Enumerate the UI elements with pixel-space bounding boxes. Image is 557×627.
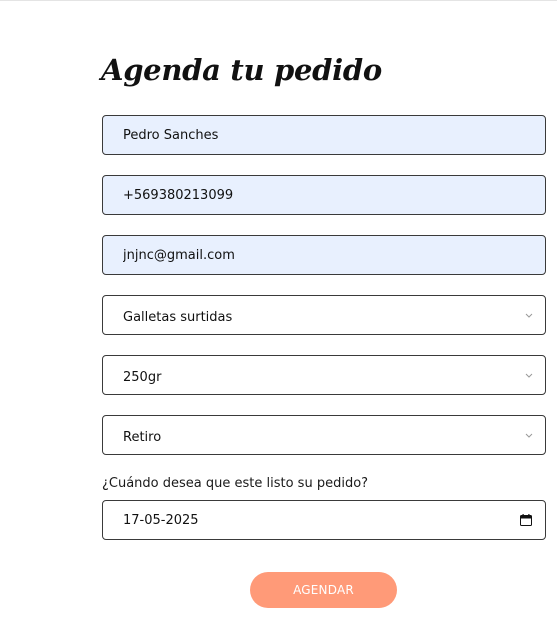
chevron-down-icon: [521, 433, 537, 438]
phone-value: +569380213099: [123, 187, 234, 203]
calendar-icon[interactable]: [519, 513, 533, 527]
product-select[interactable]: Galletas surtidas: [102, 295, 546, 335]
date-label: ¿Cuándo desea que este listo su pedido?: [102, 476, 369, 491]
size-value: 250gr: [123, 369, 162, 385]
delivery-select[interactable]: Retiro: [102, 415, 546, 455]
chevron-down-icon: [521, 373, 537, 378]
email-input[interactable]: jnjnc@gmail.com: [102, 235, 546, 275]
delivery-value: Retiro: [123, 429, 162, 445]
date-value: 17-05-2025: [123, 512, 199, 528]
order-form-page: Agenda tu pedido Pedro Sanches +56938021…: [0, 0, 557, 627]
form-title: Agenda tu pedido: [101, 53, 382, 87]
email-value: jnjnc@gmail.com: [123, 247, 235, 263]
name-input[interactable]: Pedro Sanches: [102, 115, 546, 155]
name-value: Pedro Sanches: [123, 127, 219, 143]
phone-input[interactable]: +569380213099: [102, 175, 546, 215]
date-input[interactable]: 17-05-2025: [102, 500, 546, 540]
submit-button[interactable]: AGENDAR: [250, 572, 397, 608]
size-select[interactable]: 250gr: [102, 355, 546, 395]
product-value: Galletas surtidas: [123, 309, 233, 325]
chevron-down-icon: [521, 313, 537, 318]
